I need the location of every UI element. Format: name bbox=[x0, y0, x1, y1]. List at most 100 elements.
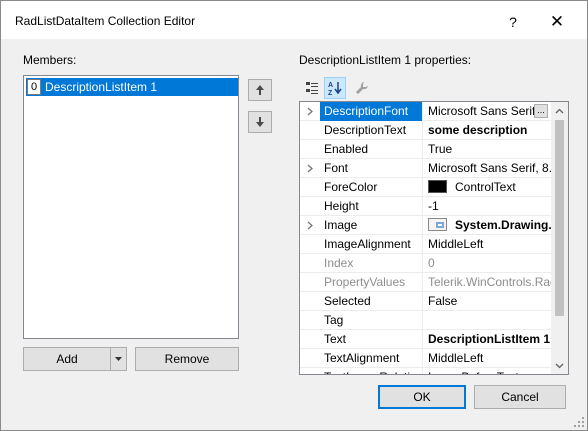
property-value[interactable]: True bbox=[424, 140, 551, 159]
add-dropdown-arrow[interactable] bbox=[110, 348, 126, 370]
property-name: Tag bbox=[320, 311, 423, 330]
property-row[interactable]: Image System.Drawing.Bitmap bbox=[300, 216, 551, 235]
member-index: 0 bbox=[27, 79, 41, 95]
row-margin bbox=[302, 254, 318, 273]
expand-chevron-icon[interactable] bbox=[302, 159, 318, 178]
member-item[interactable]: 0 DescriptionListItem 1 bbox=[26, 78, 238, 96]
property-value-text: Microsoft Sans Serif, bbox=[428, 104, 539, 118]
property-pages-button[interactable] bbox=[351, 77, 373, 99]
row-margin bbox=[302, 235, 318, 254]
scroll-thumb[interactable] bbox=[555, 120, 564, 316]
title-bar: RadListDataItem Collection Editor ? ✕ bbox=[1, 1, 587, 39]
property-name: TextImageRelation bbox=[320, 368, 423, 374]
property-value[interactable]: ControlText bbox=[424, 178, 551, 197]
property-name: Font bbox=[320, 159, 423, 178]
property-name: ForeColor bbox=[320, 178, 423, 197]
property-row[interactable]: Tag bbox=[300, 311, 551, 330]
property-value[interactable]: False bbox=[424, 292, 551, 311]
property-value[interactable]: 0 bbox=[424, 254, 551, 273]
property-value-text: MiddleLeft bbox=[428, 237, 484, 251]
property-row[interactable]: Height -1 bbox=[300, 197, 551, 216]
arrow-up-icon bbox=[256, 85, 264, 95]
property-value[interactable]: ImageBeforeText bbox=[424, 368, 551, 374]
chevron-down-icon bbox=[555, 363, 564, 368]
dropdown-arrow-icon bbox=[115, 357, 122, 361]
property-value-text: -1 bbox=[428, 199, 439, 213]
property-value[interactable]: MiddleLeft bbox=[424, 349, 551, 368]
move-up-button[interactable] bbox=[248, 79, 272, 101]
row-margin bbox=[302, 273, 318, 292]
property-row[interactable]: TextImageRelation ImageBeforeText bbox=[300, 368, 551, 374]
property-grid-scrollbar[interactable] bbox=[551, 102, 568, 374]
svg-text:A: A bbox=[328, 82, 333, 89]
property-row[interactable]: TextAlignment MiddleLeft bbox=[300, 349, 551, 368]
property-row[interactable]: Selected False bbox=[300, 292, 551, 311]
scroll-down-button[interactable] bbox=[551, 357, 568, 374]
resize-grip-icon[interactable] bbox=[574, 417, 584, 427]
property-value[interactable]: Microsoft Sans Serif, bbox=[424, 102, 551, 121]
chevron-up-icon bbox=[555, 108, 564, 113]
wrench-icon bbox=[356, 82, 368, 94]
property-value-text: True bbox=[428, 142, 453, 156]
property-value-text: MiddleLeft bbox=[428, 351, 484, 365]
remove-button[interactable]: Remove bbox=[135, 347, 239, 371]
row-margin bbox=[302, 140, 318, 159]
property-name: ImageAlignment bbox=[320, 235, 423, 254]
alphabetical-sort-icon: A Z bbox=[328, 82, 342, 96]
property-value-text: ControlText bbox=[455, 180, 516, 194]
property-value[interactable]: some description bbox=[424, 121, 551, 140]
property-value[interactable] bbox=[424, 311, 551, 330]
properties-label: DescriptionListItem 1 properties: bbox=[299, 53, 472, 67]
ok-button[interactable]: OK bbox=[378, 385, 466, 409]
property-name: Height bbox=[320, 197, 423, 216]
property-value[interactable]: -1 bbox=[424, 197, 551, 216]
property-row[interactable]: Text DescriptionListItem 1 bbox=[300, 330, 551, 349]
expand-chevron-icon[interactable] bbox=[302, 102, 318, 121]
property-row[interactable]: PropertyValues Telerik.WinControls.RadLis… bbox=[300, 273, 551, 292]
categorized-button[interactable] bbox=[301, 77, 323, 99]
members-label: Members: bbox=[23, 53, 77, 67]
property-value-text: some description bbox=[428, 123, 528, 137]
property-name: Text bbox=[320, 330, 423, 349]
property-value[interactable]: Microsoft Sans Serif, 8.25pt bbox=[424, 159, 551, 178]
row-margin bbox=[302, 368, 318, 374]
property-row[interactable]: DescriptionText some description bbox=[300, 121, 551, 140]
members-list[interactable]: 0 DescriptionListItem 1 bbox=[23, 75, 239, 339]
image-preview-icon bbox=[428, 218, 447, 231]
expand-chevron-icon[interactable] bbox=[302, 216, 318, 235]
add-button[interactable]: Add bbox=[23, 347, 127, 371]
property-name: PropertyValues bbox=[320, 273, 423, 292]
property-value[interactable]: DescriptionListItem 1 bbox=[424, 330, 551, 349]
scroll-up-button[interactable] bbox=[551, 102, 568, 119]
close-button[interactable]: ✕ bbox=[541, 8, 573, 36]
help-button[interactable]: ? bbox=[497, 8, 529, 36]
property-row[interactable]: Font Microsoft Sans Serif, 8.25pt bbox=[300, 159, 551, 178]
property-name: DescriptionFont bbox=[320, 102, 423, 121]
row-margin bbox=[302, 311, 318, 330]
cancel-button[interactable]: Cancel bbox=[474, 385, 566, 409]
property-row[interactable]: Index 0 bbox=[300, 254, 551, 273]
property-value[interactable]: Telerik.WinControls.RadListDataItem bbox=[424, 273, 551, 292]
row-margin bbox=[302, 349, 318, 368]
property-grid[interactable]: DescriptionFont Microsoft Sans Serif,... D… bbox=[299, 101, 569, 375]
row-margin bbox=[302, 330, 318, 349]
property-name: Image bbox=[320, 216, 423, 235]
property-name: Selected bbox=[320, 292, 423, 311]
ellipsis-button[interactable]: ... bbox=[534, 104, 548, 118]
move-down-button[interactable] bbox=[248, 111, 272, 133]
property-row[interactable]: ForeColor ControlText bbox=[300, 178, 551, 197]
row-margin bbox=[302, 178, 318, 197]
color-swatch bbox=[428, 180, 447, 193]
property-value-text: Microsoft Sans Serif, 8.25pt bbox=[428, 161, 551, 175]
property-row[interactable]: Enabled True bbox=[300, 140, 551, 159]
property-value[interactable]: MiddleLeft bbox=[424, 235, 551, 254]
property-row[interactable]: ImageAlignment MiddleLeft bbox=[300, 235, 551, 254]
row-margin bbox=[302, 292, 318, 311]
property-value[interactable]: System.Drawing.Bitmap bbox=[424, 216, 551, 235]
alphabetical-button[interactable]: A Z bbox=[324, 77, 346, 99]
arrow-down-icon bbox=[256, 117, 264, 127]
property-name: Enabled bbox=[320, 140, 423, 159]
property-value-text: DescriptionListItem 1 bbox=[428, 332, 551, 346]
property-row[interactable]: DescriptionFont Microsoft Sans Serif,... bbox=[300, 102, 551, 121]
property-value-text: ImageBeforeText bbox=[428, 370, 519, 374]
